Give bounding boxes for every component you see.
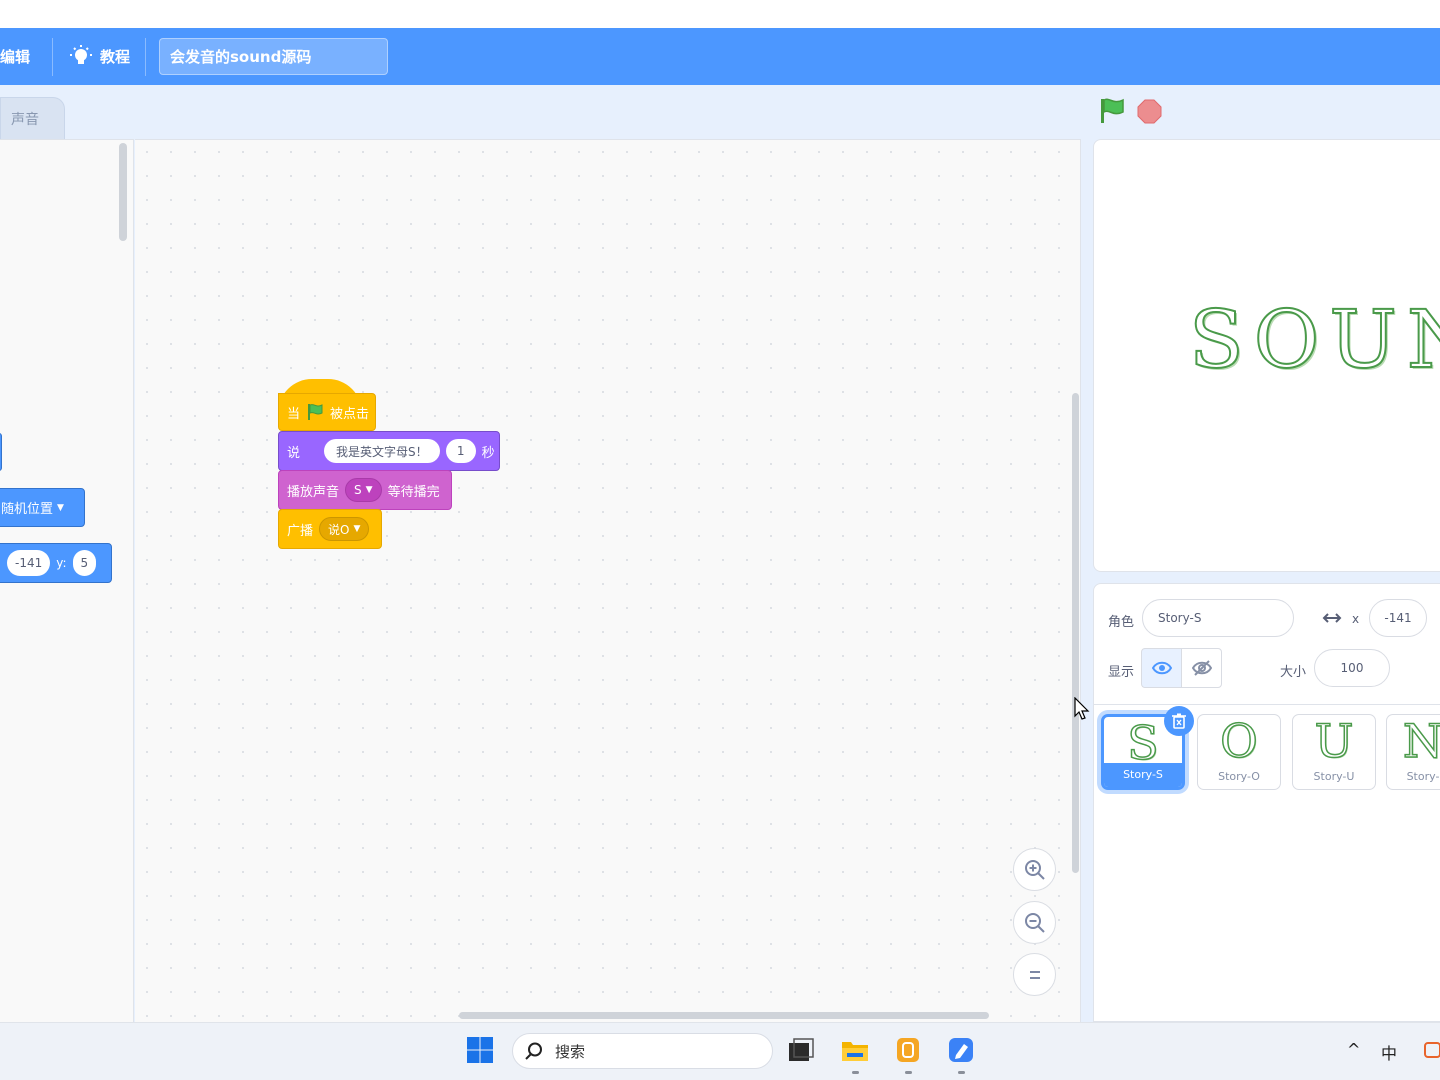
chevron-down-icon: ▼ — [365, 485, 373, 495]
running-indicator — [905, 1071, 912, 1074]
say-for-secs-block[interactable]: 说 我是英文字母S！ 1 秒 — [278, 431, 500, 471]
green-flag-button[interactable] — [1099, 98, 1125, 124]
broadcast-dropdown[interactable]: 说O ▼ — [319, 517, 370, 541]
running-indicator — [958, 1071, 965, 1074]
tray-app-icon[interactable] — [1424, 1040, 1440, 1060]
x-position-input[interactable]: -141 — [1369, 599, 1427, 637]
palette-scrollbar[interactable] — [119, 143, 127, 241]
delete-sprite-button[interactable] — [1164, 706, 1194, 736]
code-horizontal-scrollbar[interactable] — [459, 1012, 989, 1019]
size-input[interactable]: 100 — [1314, 649, 1390, 687]
menu-edit-label: 编辑 — [0, 48, 31, 66]
menu-edit[interactable]: 编辑 — [0, 28, 30, 85]
app-icon-orange[interactable] — [894, 1036, 922, 1064]
sprite-name: Story-S — [1104, 763, 1182, 787]
say-secs-input[interactable]: 1 — [445, 439, 476, 463]
menu-divider — [52, 38, 53, 76]
say-label: 说 — [287, 445, 301, 461]
ime-indicator[interactable]: 中 — [1381, 1040, 1397, 1064]
sprite-name: Story- — [1406, 770, 1440, 783]
running-indicator — [852, 1071, 859, 1074]
x-label: x — [1352, 612, 1360, 626]
goto-random-label: 随机位置 — [1, 502, 54, 517]
play-wait-label: 等待播完 — [387, 484, 440, 500]
code-area[interactable] — [135, 139, 1081, 1022]
taskbar-search-box[interactable]: 搜索 — [512, 1033, 773, 1069]
sprite-label: 角色 — [1108, 615, 1135, 630]
green-flag-icon — [308, 404, 323, 420]
stage-sprite-text: SOUN — [1188, 293, 1440, 386]
eye-icon — [1151, 661, 1172, 675]
stop-button[interactable] — [1137, 99, 1162, 124]
stage[interactable]: SOUN — [1093, 139, 1440, 572]
sprite-name-input[interactable]: Story-S — [1142, 599, 1294, 637]
hide-sprite-button[interactable] — [1181, 648, 1222, 688]
sound-dropdown[interactable]: S ▼ — [345, 478, 382, 502]
sprite-thumbnail: N — [1402, 714, 1440, 768]
search-label: 搜索 — [555, 1042, 586, 1061]
hat-clicked-label: 被点击 — [330, 406, 370, 422]
play-label: 播放声音 — [287, 484, 340, 500]
zoom-reset-button[interactable] — [1013, 953, 1056, 996]
menu-bar: 编辑 教程 会发音的sound源码 — [0, 28, 1440, 85]
x-arrows-icon — [1322, 613, 1342, 623]
chevron-down-icon: ▼ — [57, 502, 64, 513]
say-text-input[interactable]: 我是英文字母S！ — [324, 439, 440, 463]
sprite-tile-story-o[interactable]: O Story-O — [1197, 714, 1281, 790]
y-value-input[interactable]: 5 — [72, 550, 97, 576]
broadcast-label: 广播 — [287, 523, 314, 539]
broadcast-block[interactable]: 广播 说O ▼ — [278, 509, 382, 549]
hat-when-label: 当 — [287, 406, 301, 422]
menu-divider — [145, 38, 146, 76]
tray-chevron-up-icon[interactable]: ^ — [1347, 1040, 1360, 1059]
show-sprite-button[interactable] — [1141, 648, 1182, 688]
tab-sounds[interactable]: 声音 — [0, 97, 65, 139]
palette-block-motion[interactable] — [0, 433, 2, 471]
size-label: 大小 — [1280, 665, 1307, 680]
equals-icon — [1029, 970, 1040, 979]
sprite-thumbnail: U — [1314, 714, 1354, 768]
eye-slash-icon — [1191, 660, 1212, 676]
palette-block-goto-xy[interactable]: -141 y: 5 — [0, 543, 112, 583]
code-vertical-scrollbar[interactable] — [1072, 393, 1079, 873]
menu-tutorial[interactable]: 教程 — [70, 28, 130, 85]
sprite-tile-story-n[interactable]: N Story- — [1386, 714, 1440, 790]
windows-start-icon[interactable] — [466, 1036, 494, 1064]
say-unit-label: 秒 — [481, 445, 495, 461]
project-title-input[interactable]: 会发音的sound源码 — [159, 38, 388, 75]
tab-sounds-label: 声音 — [11, 111, 39, 128]
sound-dropdown-value: S — [354, 483, 362, 497]
sprite-name: Story-O — [1218, 770, 1260, 783]
lightbulb-icon — [70, 44, 92, 64]
when-flag-clicked-block[interactable]: 当 被点击 — [278, 393, 376, 431]
chevron-down-icon: ▼ — [353, 524, 361, 534]
palette-block-goto-random[interactable]: 随机位置 ▼ — [0, 488, 85, 527]
y-label: y: — [56, 556, 67, 570]
zoom-in-icon — [1024, 859, 1045, 880]
sprite-tile-story-u[interactable]: U Story-U — [1292, 714, 1376, 790]
x-value-input[interactable]: -141 — [7, 550, 51, 576]
zoom-out-button[interactable] — [1013, 901, 1056, 944]
play-sound-until-done-block[interactable]: 播放声音 S ▼ 等待播完 — [278, 470, 452, 510]
mouse-cursor-icon — [1074, 697, 1090, 720]
file-explorer-icon[interactable] — [841, 1036, 869, 1064]
sprite-thumbnail: O — [1219, 714, 1258, 768]
sprite-name: Story-U — [1313, 770, 1355, 783]
search-icon — [525, 1042, 542, 1060]
app-icon-blue[interactable] — [947, 1036, 975, 1064]
zoom-in-button[interactable] — [1013, 848, 1056, 891]
trash-icon — [1172, 713, 1186, 729]
show-label: 显示 — [1108, 665, 1135, 680]
zoom-out-icon — [1024, 912, 1045, 933]
broadcast-dropdown-value: 说O — [328, 522, 350, 537]
task-view-icon[interactable] — [787, 1036, 815, 1064]
menu-tutorial-label: 教程 — [100, 48, 131, 66]
